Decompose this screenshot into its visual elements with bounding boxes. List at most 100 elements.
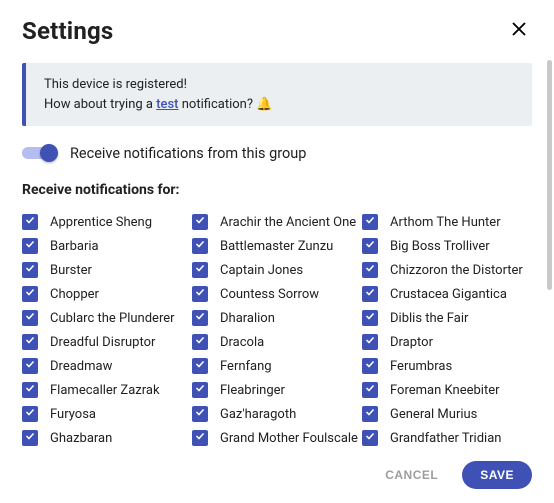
checkbox[interactable] xyxy=(192,406,208,422)
checkbox[interactable] xyxy=(22,262,38,278)
list-item[interactable]: Cublarc the Plunderer xyxy=(22,306,192,330)
list-item[interactable]: Battlemaster Zunzu xyxy=(192,234,362,258)
list-item[interactable]: Foreman Kneebiter xyxy=(362,378,532,402)
list-item[interactable]: Furyosa xyxy=(22,402,192,426)
checkbox[interactable] xyxy=(22,334,38,350)
list-item[interactable]: Chizzoron the Distorter xyxy=(362,258,532,282)
check-icon xyxy=(24,382,36,398)
checkbox[interactable] xyxy=(22,382,38,398)
checkbox[interactable] xyxy=(22,238,38,254)
list-item[interactable]: Fleabringer xyxy=(192,378,362,402)
checkbox[interactable] xyxy=(362,430,378,446)
toggle-label: Receive notifications from this group xyxy=(70,145,306,162)
checkbox[interactable] xyxy=(362,382,378,398)
list-item-label: Dreadful Disruptor xyxy=(50,335,155,350)
close-button[interactable] xyxy=(506,16,532,45)
list-item[interactable]: Dreadmaw xyxy=(22,354,192,378)
checkbox[interactable] xyxy=(22,214,38,230)
list-item-label: Countess Sorrow xyxy=(220,287,319,302)
list-item-label: Draptor xyxy=(390,335,433,350)
checkbox[interactable] xyxy=(192,430,208,446)
test-notification-link[interactable]: test xyxy=(156,97,178,112)
list-item[interactable]: Barbaria xyxy=(22,234,192,258)
checkbox[interactable] xyxy=(192,286,208,302)
list-item[interactable]: Diblis the Fair xyxy=(362,306,532,330)
check-icon xyxy=(24,430,36,446)
list-item[interactable]: Chopper xyxy=(22,282,192,306)
list-item[interactable]: Dreadful Disruptor xyxy=(22,330,192,354)
cancel-button[interactable]: CANCEL xyxy=(379,467,444,483)
checkbox[interactable] xyxy=(192,358,208,374)
checkbox[interactable] xyxy=(22,310,38,326)
list-item[interactable]: Draptor xyxy=(362,330,532,354)
list-item-label: Furyosa xyxy=(50,407,96,422)
list-item[interactable]: Apprentice Sheng xyxy=(22,210,192,234)
checkbox[interactable] xyxy=(192,262,208,278)
checkbox[interactable] xyxy=(22,358,38,374)
checkbox[interactable] xyxy=(362,262,378,278)
list-item-label: Grand Mother Foulscale xyxy=(220,431,358,446)
check-icon xyxy=(24,214,36,230)
check-icon xyxy=(194,382,206,398)
checkbox[interactable] xyxy=(362,238,378,254)
list-item-label: Diblis the Fair xyxy=(390,311,468,326)
list-item[interactable]: General Murius xyxy=(362,402,532,426)
list-item-label: Fleabringer xyxy=(220,383,285,398)
list-item[interactable]: Dracola xyxy=(192,330,362,354)
list-item-label: Fernfang xyxy=(220,359,272,374)
check-icon xyxy=(24,406,36,422)
list-item[interactable]: Fernfang xyxy=(192,354,362,378)
list-item-label: General Murius xyxy=(390,407,477,422)
check-icon xyxy=(194,430,206,446)
list-item[interactable]: Grand Mother Foulscale xyxy=(192,426,362,450)
check-icon xyxy=(24,286,36,302)
notifications-grid: Apprentice Sheng Barbaria Burster Chopper Cu… xyxy=(22,210,532,450)
check-icon xyxy=(364,310,376,326)
list-item[interactable]: Countess Sorrow xyxy=(192,282,362,306)
grid-column: Arthom The Hunter Big Boss Trolliver Chizz… xyxy=(362,210,532,450)
check-icon xyxy=(194,406,206,422)
list-item-label: Gaz'haragoth xyxy=(220,407,296,422)
checkbox[interactable] xyxy=(192,238,208,254)
list-item[interactable]: Flamecaller Zazrak xyxy=(22,378,192,402)
list-item[interactable]: Ghazbaran xyxy=(22,426,192,450)
list-item[interactable]: Dharalion xyxy=(192,306,362,330)
list-item-label: Barbaria xyxy=(50,239,99,254)
list-item-label: Chopper xyxy=(50,287,99,302)
checkbox[interactable] xyxy=(362,214,378,230)
checkbox[interactable] xyxy=(192,214,208,230)
list-item[interactable]: Burster xyxy=(22,258,192,282)
checkbox[interactable] xyxy=(22,430,38,446)
check-icon xyxy=(24,334,36,350)
list-item[interactable]: Arthom The Hunter xyxy=(362,210,532,234)
checkbox[interactable] xyxy=(192,310,208,326)
check-icon xyxy=(364,334,376,350)
save-button[interactable]: SAVE xyxy=(462,461,532,489)
check-icon xyxy=(24,262,36,278)
check-icon xyxy=(194,286,206,302)
checkbox[interactable] xyxy=(192,382,208,398)
list-item[interactable]: Grandfather Tridian xyxy=(362,426,532,450)
scrollbar[interactable] xyxy=(547,60,552,290)
check-icon xyxy=(364,262,376,278)
list-item-label: Dreadmaw xyxy=(50,359,112,374)
list-item[interactable]: Big Boss Trolliver xyxy=(362,234,532,258)
list-item[interactable]: Gaz'haragoth xyxy=(192,402,362,426)
list-item[interactable]: Crustacea Gigantica xyxy=(362,282,532,306)
checkbox[interactable] xyxy=(362,286,378,302)
list-item[interactable]: Arachir the Ancient One xyxy=(192,210,362,234)
checkbox[interactable] xyxy=(22,286,38,302)
checkbox[interactable] xyxy=(362,358,378,374)
checkbox[interactable] xyxy=(22,406,38,422)
list-item[interactable]: Ferumbras xyxy=(362,354,532,378)
list-item[interactable]: Captain Jones xyxy=(192,258,362,282)
group-notifications-toggle[interactable] xyxy=(22,144,56,162)
check-icon xyxy=(364,214,376,230)
check-icon xyxy=(364,382,376,398)
checkbox[interactable] xyxy=(362,334,378,350)
checkbox[interactable] xyxy=(362,406,378,422)
checkbox[interactable] xyxy=(192,334,208,350)
check-icon xyxy=(194,214,206,230)
checkbox[interactable] xyxy=(362,310,378,326)
list-item-label: Big Boss Trolliver xyxy=(390,239,490,254)
